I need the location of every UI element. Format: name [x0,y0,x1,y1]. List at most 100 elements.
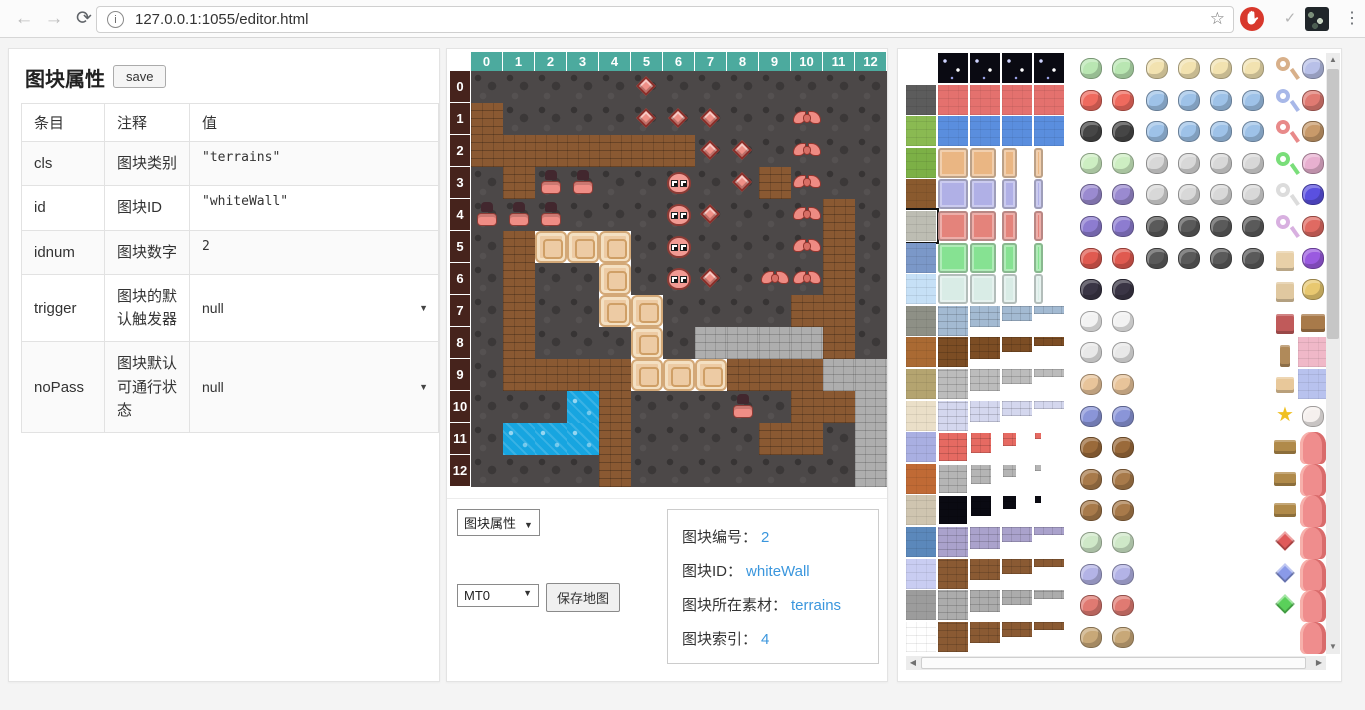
palette-dark-demon-sprite[interactable] [1206,243,1236,273]
palette-fairy-npc[interactable] [1298,148,1326,178]
map-tile-white-wall[interactable] [567,231,599,263]
palette-brown-golem-sprite[interactable] [1108,432,1138,462]
map-tile-dark-floor[interactable] [471,359,503,391]
palette-lavender-stripe-tile[interactable] [906,432,936,462]
palette-lava-shrink-strip[interactable] [1002,432,1032,462]
palette-white-tile[interactable] [906,622,936,652]
palette-stone-face-sprite[interactable] [1076,495,1106,525]
map-tile-dark-floor[interactable] [759,71,791,103]
map-tile-brown-path[interactable] [503,359,535,391]
map-tile-dark-floor[interactable] [695,295,727,327]
palette-lava-shrink-strip[interactable] [970,432,1000,462]
map-tile-red-gem[interactable] [727,167,759,199]
map-tile-brown-path[interactable] [503,327,535,359]
map-tile-dark-floor[interactable] [855,103,887,135]
palette-blue-ghost-sprite[interactable] [1206,116,1236,146]
map-tile-white-wall[interactable] [599,295,631,327]
map-tile-dark-floor[interactable] [535,103,567,135]
palette-dark-demon-sprite[interactable] [1142,211,1172,241]
palette-starfield-shrink-strip[interactable] [970,495,1000,525]
palette-pink-boss-sprite[interactable] [1298,559,1326,589]
palette-wood-wing-item-2[interactable] [1270,464,1300,494]
palette-lavender-glass-tile[interactable] [906,559,936,589]
map-tile-red-bat[interactable] [791,135,823,167]
palette-dark-demon-sprite[interactable] [1142,243,1172,273]
palette-red-key-item[interactable] [1270,116,1300,146]
map-tile-dark-floor[interactable] [759,103,791,135]
map-tile-red-skeleton[interactable] [471,199,503,231]
palette-red-wall-strip[interactable] [938,211,968,241]
palette-grass-light-tile[interactable] [906,116,936,146]
palette-red-wall-strip[interactable] [970,211,1000,241]
map-tile-stone-path[interactable] [855,391,887,423]
palette-black-slime-sprite[interactable] [1076,116,1106,146]
browser-menu-icon[interactable]: ⋮ [1340,7,1364,31]
palette-blue-gray-stair-strip[interactable] [938,306,968,336]
palette-cookie-item[interactable] [1270,369,1300,399]
bookmark-star-icon[interactable]: ☆ [1210,9,1225,29]
map-tile-dark-floor[interactable] [471,231,503,263]
map-tile-red-skeleton[interactable] [727,391,759,423]
profile-avatar[interactable] [1305,7,1329,31]
map-tile-dark-floor[interactable] [631,423,663,455]
palette-yellow-star-item[interactable]: ★ [1270,401,1300,431]
map-tile-brown-path[interactable] [823,231,855,263]
palette-wood-wing-item-3[interactable] [1270,495,1300,525]
palette-diamond-tile-strip[interactable] [1002,274,1032,304]
palette-pink-boss-sprite[interactable] [1298,590,1326,620]
back-icon[interactable]: ← [10,5,38,33]
palette-small-bat-sprite[interactable] [1108,179,1138,209]
palette-green-slime-sprite[interactable] [1076,53,1106,83]
palette-blue-skeleton-sprite[interactable] [1076,401,1106,431]
vertical-scrollbar[interactable]: ▲ ▼ [1326,53,1340,654]
map-tile-dark-floor[interactable] [631,167,663,199]
palette-pink-boss-sprite[interactable] [1298,464,1326,494]
map-tile-red-gem[interactable] [695,199,727,231]
palette-lava-shrink-strip[interactable] [938,432,968,462]
palette-bride-npc[interactable] [1298,401,1326,431]
palette-blue-gray-stair-strip[interactable] [1034,306,1064,336]
palette-pink-boss-sprite[interactable] [1298,622,1326,652]
palette-skeleton-soldier-sprite[interactable] [1076,337,1106,367]
map-tile-dark-floor[interactable] [503,71,535,103]
palette-knight-sprite[interactable] [1142,148,1172,178]
horizontal-scrollbar[interactable]: ◀ ▶ [906,656,1326,670]
map-tile-red-gem[interactable] [695,135,727,167]
map-tile-dark-floor[interactable] [695,391,727,423]
palette-purple-ghost-robe-sprite[interactable] [1076,559,1106,589]
palette-ice-tile[interactable] [906,274,936,304]
palette-dark-rock-tile[interactable] [906,85,936,115]
palette-dirt-tile[interactable] [906,179,936,209]
palette-starfield-tile[interactable] [1034,53,1064,83]
palette-brown-stair-strip-2[interactable] [1002,622,1032,652]
palette-pink-boss-sprite[interactable] [1298,495,1326,525]
palette-blue-skeleton-sprite[interactable] [1108,401,1138,431]
map-tile-red-gem[interactable] [695,103,727,135]
palette-knight-sprite[interactable] [1238,179,1268,209]
palette-wood-wing-item[interactable] [1270,432,1300,462]
palette-blue-key-item[interactable] [1270,85,1300,115]
map-tile-brown-path[interactable] [791,359,823,391]
palette-gray-brick-stair-strip[interactable] [1002,369,1032,399]
map-tile-red-skeleton[interactable] [535,199,567,231]
palette-purple-wall-strip[interactable] [938,179,968,209]
map-tile-dark-floor[interactable] [727,263,759,295]
map-tile-red-gem[interactable] [663,103,695,135]
map-tile-white-wall[interactable] [535,231,567,263]
map-tile-dark-floor[interactable] [535,295,567,327]
map-tile-brown-path[interactable] [599,455,631,487]
palette-green-wall-strip[interactable] [938,243,968,273]
scroll-left-icon[interactable]: ◀ [906,656,920,670]
palette-red-water-tile[interactable] [938,85,968,115]
palette-angel-sprite[interactable] [1174,53,1204,83]
palette-blue-ghost-sprite[interactable] [1174,85,1204,115]
map-tile-dark-floor[interactable] [695,423,727,455]
map-tile-dark-floor[interactable] [471,455,503,487]
scroll-right-icon[interactable]: ▶ [1312,656,1326,670]
palette-stone-face-sprite[interactable] [1108,495,1138,525]
palette-hat-monster-sprite[interactable] [1076,622,1106,652]
palette-blue-water-tile[interactable] [970,116,1000,146]
palette-knight-sprite[interactable] [1238,148,1268,178]
palette-brown-stair-strip[interactable] [1034,559,1064,589]
palette-green-wall-strip[interactable] [1002,243,1032,273]
